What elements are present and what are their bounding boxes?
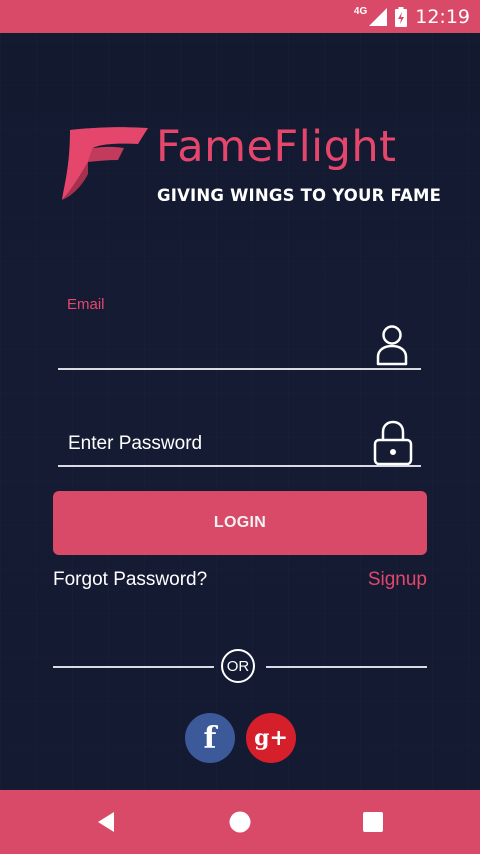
forgot-password-link[interactable]: Forgot Password? <box>53 569 207 591</box>
signal-icon <box>369 7 388 26</box>
status-icons: 4G 12:19 <box>354 0 470 33</box>
login-screen: FameFlight GIVING WINGS TO YOUR FAME Ema… <box>0 33 480 790</box>
navigation-bar <box>0 790 480 854</box>
or-separator: OR <box>221 649 255 683</box>
status-bar: 4G 12:19 <box>0 0 480 33</box>
password-underline <box>58 465 421 467</box>
brand-name: FameFlight <box>156 122 397 172</box>
google-plus-button[interactable]: g+ <box>246 713 296 763</box>
clock: 12:19 <box>415 5 470 28</box>
home-icon <box>229 811 251 833</box>
login-button[interactable]: LOGIN <box>53 491 427 555</box>
signup-link[interactable]: Signup <box>368 569 427 591</box>
facebook-button[interactable]: f <box>185 713 235 763</box>
back-icon <box>98 812 114 832</box>
fameflight-logo-icon <box>62 127 148 200</box>
lock-icon <box>373 420 413 466</box>
divider-right <box>266 666 427 668</box>
email-field[interactable] <box>66 335 370 369</box>
network-type: 4G <box>353 6 368 17</box>
facebook-icon: f <box>203 720 217 756</box>
email-underline <box>58 368 421 370</box>
password-field[interactable] <box>66 427 370 461</box>
brand-tagline: GIVING WINGS TO YOUR FAME <box>157 186 442 205</box>
email-label: Email <box>67 296 105 313</box>
battery-icon <box>395 6 408 27</box>
google-plus-icon: g+ <box>254 725 288 751</box>
divider-left <box>53 666 214 668</box>
recents-button[interactable] <box>343 790 403 854</box>
user-icon <box>376 325 408 366</box>
recents-icon <box>363 812 383 832</box>
back-button[interactable] <box>76 790 136 854</box>
home-button[interactable] <box>210 790 270 854</box>
